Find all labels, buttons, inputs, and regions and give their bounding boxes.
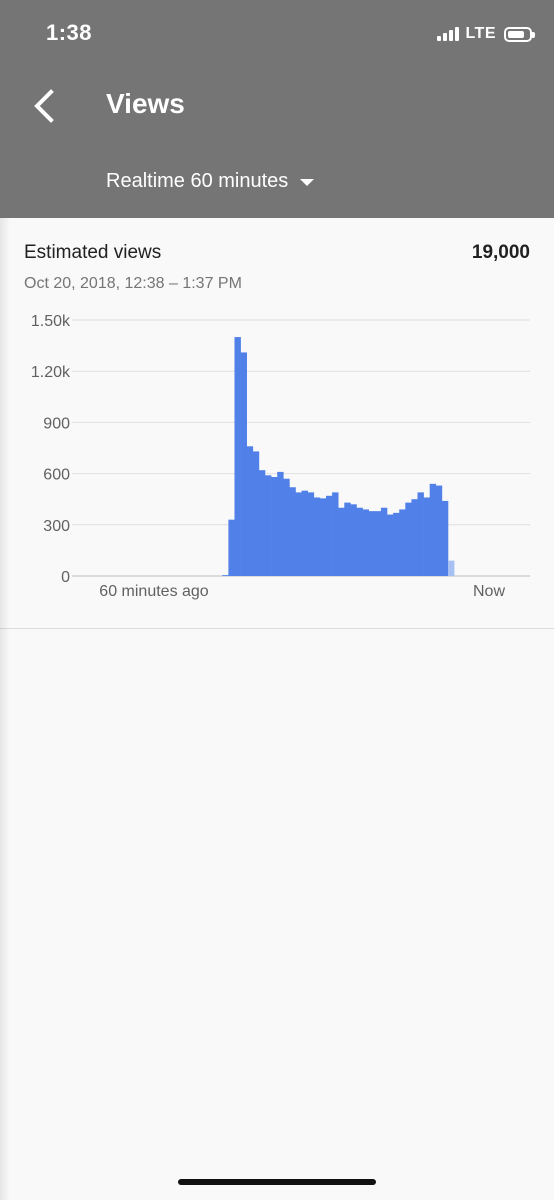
chart-bar: [380, 507, 388, 576]
network-label: LTE: [465, 25, 496, 42]
views-card: Estimated views 19,000 Oct 20, 2018, 12:…: [0, 218, 554, 629]
chart-bar: [252, 451, 260, 576]
chart-bar: [417, 492, 424, 576]
chart-bar: [301, 490, 308, 576]
x-tick-label: Now: [473, 583, 505, 600]
y-tick-label: 1.50k: [31, 313, 71, 330]
chart-bar: [405, 502, 412, 576]
chart-bar: [265, 475, 272, 576]
chart-bar: [356, 507, 363, 576]
y-tick-label: 1.20k: [31, 364, 71, 381]
chevron-left-icon: [34, 89, 54, 123]
y-tick-label: 300: [43, 518, 70, 535]
chart-bar: [228, 519, 235, 576]
chart-bar: [387, 514, 394, 576]
chart-bar: [368, 511, 376, 576]
chart-bar: [411, 499, 418, 576]
chart-bar: [307, 492, 315, 576]
battery-icon: [504, 26, 535, 42]
x-tick-label: 60 minutes ago: [99, 583, 209, 600]
back-button[interactable]: [24, 86, 64, 126]
time-range-dropdown[interactable]: Realtime 60 minutes: [106, 170, 315, 193]
chart-bar: [313, 497, 321, 576]
chart-bar: [246, 446, 254, 576]
chart-bar: [393, 512, 400, 576]
edge-shadow: [0, 218, 10, 1200]
chart-bar: [234, 337, 241, 576]
chart-bar: [277, 471, 284, 576]
chart-bar: [362, 509, 369, 576]
chart-bar: [350, 504, 357, 576]
chart-bar: [283, 478, 290, 576]
chart-bar: [222, 575, 229, 576]
chart-bar: [289, 487, 296, 576]
signal-icon: [437, 27, 460, 41]
chart-bar: [338, 507, 345, 576]
chart-bar: [295, 492, 302, 576]
y-tick-label: 600: [43, 467, 70, 484]
y-tick-label: 900: [43, 415, 70, 432]
chart-bar: [429, 483, 437, 576]
caret-down-icon: [300, 179, 315, 186]
chart-bar: [240, 352, 247, 576]
app-header: 1:38 LTE Views Realtime 60 minutes: [0, 0, 554, 218]
chart-bar: [319, 498, 327, 576]
time-range-label: Realtime 60 minutes: [106, 170, 289, 192]
status-indicators: LTE: [437, 22, 535, 46]
chart-bar: [399, 509, 406, 576]
chart-bar: [448, 560, 455, 576]
chart-bar: [326, 495, 333, 576]
chart-bar: [423, 497, 430, 576]
chart-bar: [441, 500, 449, 576]
home-indicator[interactable]: [178, 1179, 376, 1185]
page-title: Views: [106, 88, 185, 119]
chart-bar: [332, 492, 339, 576]
chart-bar: [258, 470, 266, 576]
status-time: 1:38: [46, 20, 93, 45]
views-chart: 0 300 600 900 1.20k 1.50k 60 minutes ago Now: [31, 313, 530, 600]
chart-bar: [271, 477, 278, 576]
chart-bar: [435, 485, 443, 576]
chart-bar: [344, 502, 351, 576]
y-tick-label: 0: [61, 569, 70, 586]
chart-bar: [374, 511, 382, 576]
